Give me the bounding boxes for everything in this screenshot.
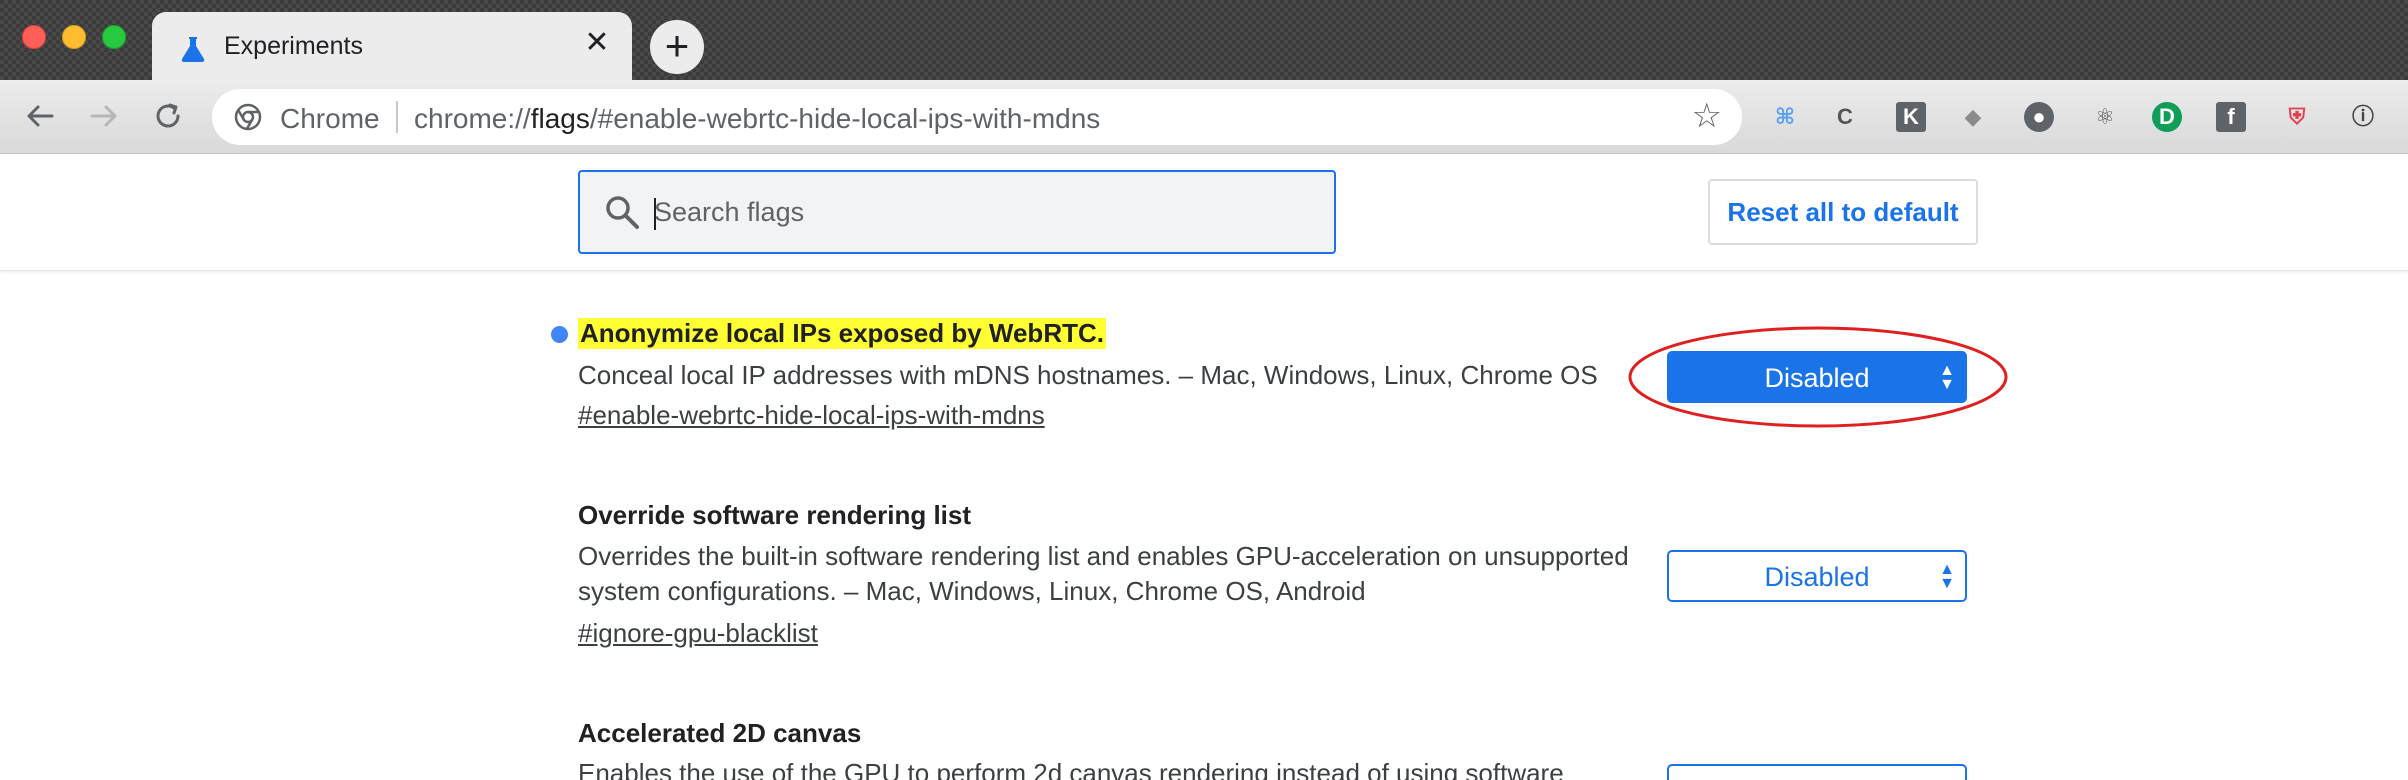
tab-title: Experiments	[224, 32, 363, 60]
search-input[interactable]	[654, 182, 1304, 242]
new-tab-button[interactable]: +	[650, 20, 704, 74]
tab-strip: Experiments ✕ +	[0, 0, 2408, 82]
react-icon[interactable]: ⚛	[2090, 102, 2120, 132]
text-caret	[654, 198, 656, 230]
flag-state-select[interactable]	[1667, 764, 1967, 780]
flags-header: Reset all to default	[0, 155, 2408, 271]
flask-icon	[181, 37, 205, 63]
k-icon[interactable]: K	[1896, 102, 1926, 132]
bookmark-star-icon[interactable]: ☆	[1692, 98, 1722, 134]
select-value: Disabled	[1764, 562, 1870, 592]
diamond-icon[interactable]: ◆	[1958, 102, 1988, 132]
chrome-logo-icon	[234, 103, 262, 131]
flag-description: Overrides the built-in software renderin…	[578, 541, 1629, 606]
url-prefix: chrome://	[414, 103, 531, 134]
close-tab-icon[interactable]: ✕	[582, 28, 612, 58]
annotation-ellipse	[1628, 326, 2008, 428]
reset-all-button[interactable]: Reset all to default	[1708, 179, 1978, 245]
url-path: /#enable-webrtc-hide-local-ips-with-mdns	[589, 103, 1101, 134]
shield-icon[interactable]: ⛨	[2282, 102, 2312, 132]
search-icon	[606, 196, 639, 229]
flag-title: Accelerated 2D canvas	[578, 718, 862, 748]
reload-icon[interactable]	[148, 96, 188, 136]
url-text[interactable]: chrome://flags/#enable-webrtc-hide-local…	[414, 103, 1100, 135]
url-host: flags	[530, 103, 590, 134]
omnibox-separator	[396, 101, 398, 133]
flag-title: Anonymize local IPs exposed by WebRTC.	[578, 318, 1106, 349]
c-icon[interactable]: C	[1830, 102, 1860, 132]
address-bar[interactable]: Chrome chrome://flags/#enable-webrtc-hid…	[212, 89, 1742, 145]
fullscreen-window-button[interactable]	[102, 25, 126, 49]
close-window-button[interactable]	[22, 25, 46, 49]
browser-toolbar: Chrome chrome://flags/#enable-webrtc-hid…	[0, 80, 2408, 154]
flag-state-select[interactable]: Disabled ▲ ▼	[1667, 550, 1967, 602]
back-arrow-icon[interactable]	[20, 96, 60, 136]
flag-permalink[interactable]: #ignore-gpu-blacklist	[578, 618, 818, 649]
id-icon[interactable]: D	[2152, 102, 2182, 132]
forward-arrow-icon[interactable]	[84, 96, 124, 136]
search-box[interactable]	[578, 170, 1336, 254]
facebook-icon[interactable]: f	[2216, 102, 2246, 132]
flag-title: Override software rendering list	[578, 500, 972, 530]
info-icon[interactable]: ⓘ	[2348, 102, 2378, 132]
camera-icon[interactable]: ●	[2024, 102, 2054, 132]
omnibox-scheme-label: Chrome	[280, 103, 380, 134]
select-arrows-icon: ▲ ▼	[1939, 561, 1955, 592]
flag-permalink[interactable]: #enable-webrtc-hide-local-ips-with-mdns	[578, 400, 1045, 431]
tab-experiments[interactable]: Experiments ✕	[152, 12, 632, 82]
minimize-window-button[interactable]	[62, 25, 86, 49]
command-icon[interactable]: ⌘	[1770, 102, 1800, 132]
flag-description: Conceal local IP addresses with mDNS hos…	[578, 360, 1598, 390]
modified-indicator-dot	[551, 326, 568, 343]
flag-description: Enables the use of the GPU to perform 2d…	[578, 758, 1564, 780]
